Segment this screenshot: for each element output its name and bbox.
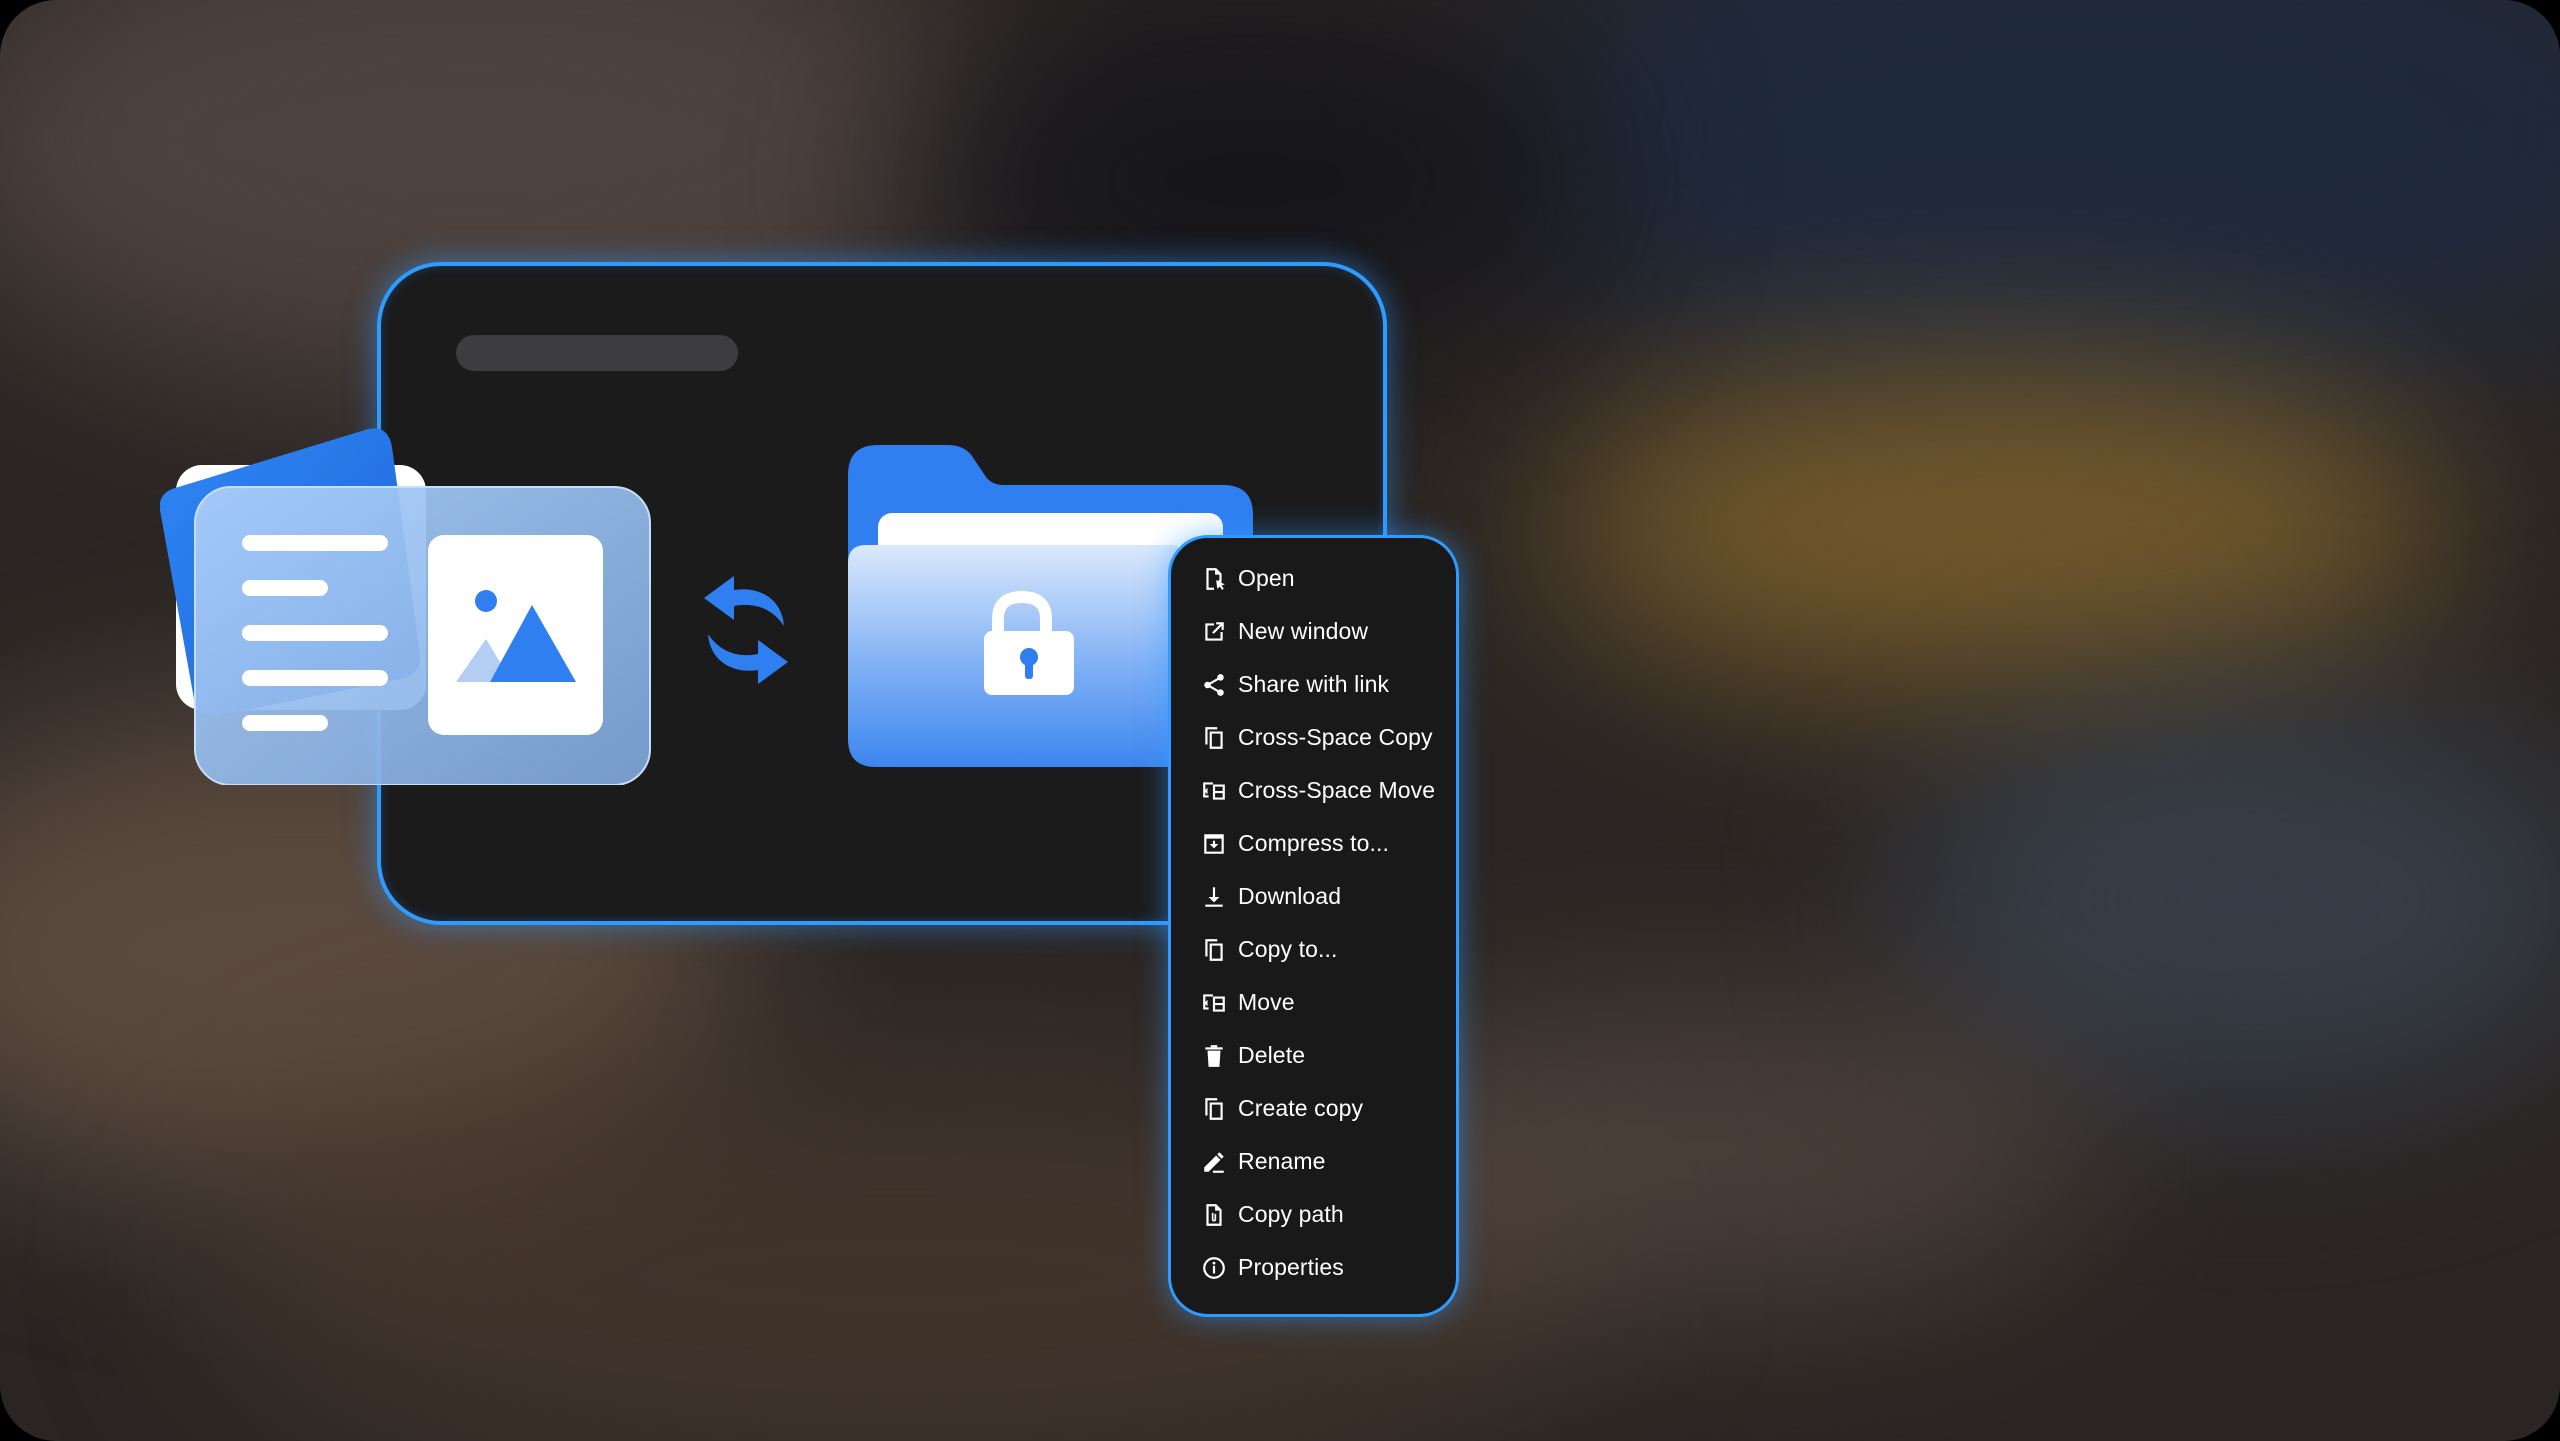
menu-item-label: Create copy xyxy=(1238,1095,1364,1121)
move-icon xyxy=(1200,989,1227,1016)
menu-item-label: New window xyxy=(1238,618,1369,644)
menu-item-label: Share with link xyxy=(1238,671,1390,697)
pencil-icon xyxy=(1200,1148,1227,1175)
bg-blur-blob xyxy=(1550,360,2450,690)
external-link-icon xyxy=(1200,618,1227,645)
menu-item-cross-space-move[interactable]: Cross-Space Move xyxy=(1171,764,1456,817)
menu-item-label: Copy path xyxy=(1238,1201,1344,1227)
menu-item-share-with-link[interactable]: Share with link xyxy=(1171,658,1456,711)
copy-icon xyxy=(1200,1095,1227,1122)
move-icon xyxy=(1200,777,1227,804)
copy-icon xyxy=(1200,936,1227,963)
menu-item-create-copy[interactable]: Create copy xyxy=(1171,1082,1456,1135)
compress-icon xyxy=(1200,830,1227,857)
bg-blur-blob xyxy=(1900,700,2560,1100)
menu-item-label: Download xyxy=(1238,883,1342,909)
menu-item-delete[interactable]: Delete xyxy=(1171,1029,1456,1082)
menu-item-open[interactable]: Open xyxy=(1171,552,1456,605)
menu-item-rename[interactable]: Rename xyxy=(1171,1135,1456,1188)
documents-illustration-icon xyxy=(160,428,651,785)
clip-file-icon xyxy=(1200,1201,1227,1228)
window-title-placeholder-bar xyxy=(456,335,738,371)
open-file-icon xyxy=(1200,565,1227,592)
menu-item-compress-to[interactable]: Compress to... xyxy=(1171,817,1456,870)
menu-item-download[interactable]: Download xyxy=(1171,870,1456,923)
context-menu: Open New window Share with link Cross-Sp… xyxy=(1168,535,1459,1317)
menu-item-copy-path[interactable]: Copy path xyxy=(1171,1188,1456,1241)
menu-item-label: Cross-Space Copy xyxy=(1238,724,1433,750)
trash-icon xyxy=(1200,1042,1227,1069)
info-icon xyxy=(1200,1254,1227,1281)
menu-item-label: Delete xyxy=(1238,1042,1306,1068)
menu-item-label: Open xyxy=(1238,565,1295,591)
download-icon xyxy=(1200,883,1227,910)
menu-item-cross-space-copy[interactable]: Cross-Space Copy xyxy=(1171,711,1456,764)
share-icon xyxy=(1200,671,1227,698)
background: Open New window Share with link Cross-Sp… xyxy=(0,0,2560,1441)
menu-item-label: Cross-Space Move xyxy=(1238,777,1436,803)
menu-item-label: Copy to... xyxy=(1238,936,1338,962)
menu-item-label: Compress to... xyxy=(1238,830,1389,856)
menu-item-label: Move xyxy=(1238,989,1295,1015)
menu-item-properties[interactable]: Properties xyxy=(1171,1241,1456,1294)
copy-icon xyxy=(1200,724,1227,751)
sync-arrows-icon xyxy=(704,576,788,684)
menu-item-label: Rename xyxy=(1238,1148,1326,1174)
menu-item-new-window[interactable]: New window xyxy=(1171,605,1456,658)
menu-item-label: Properties xyxy=(1238,1254,1344,1280)
menu-item-copy-to[interactable]: Copy to... xyxy=(1171,923,1456,976)
bg-blur-blob xyxy=(1500,0,2560,410)
menu-item-move[interactable]: Move xyxy=(1171,976,1456,1029)
